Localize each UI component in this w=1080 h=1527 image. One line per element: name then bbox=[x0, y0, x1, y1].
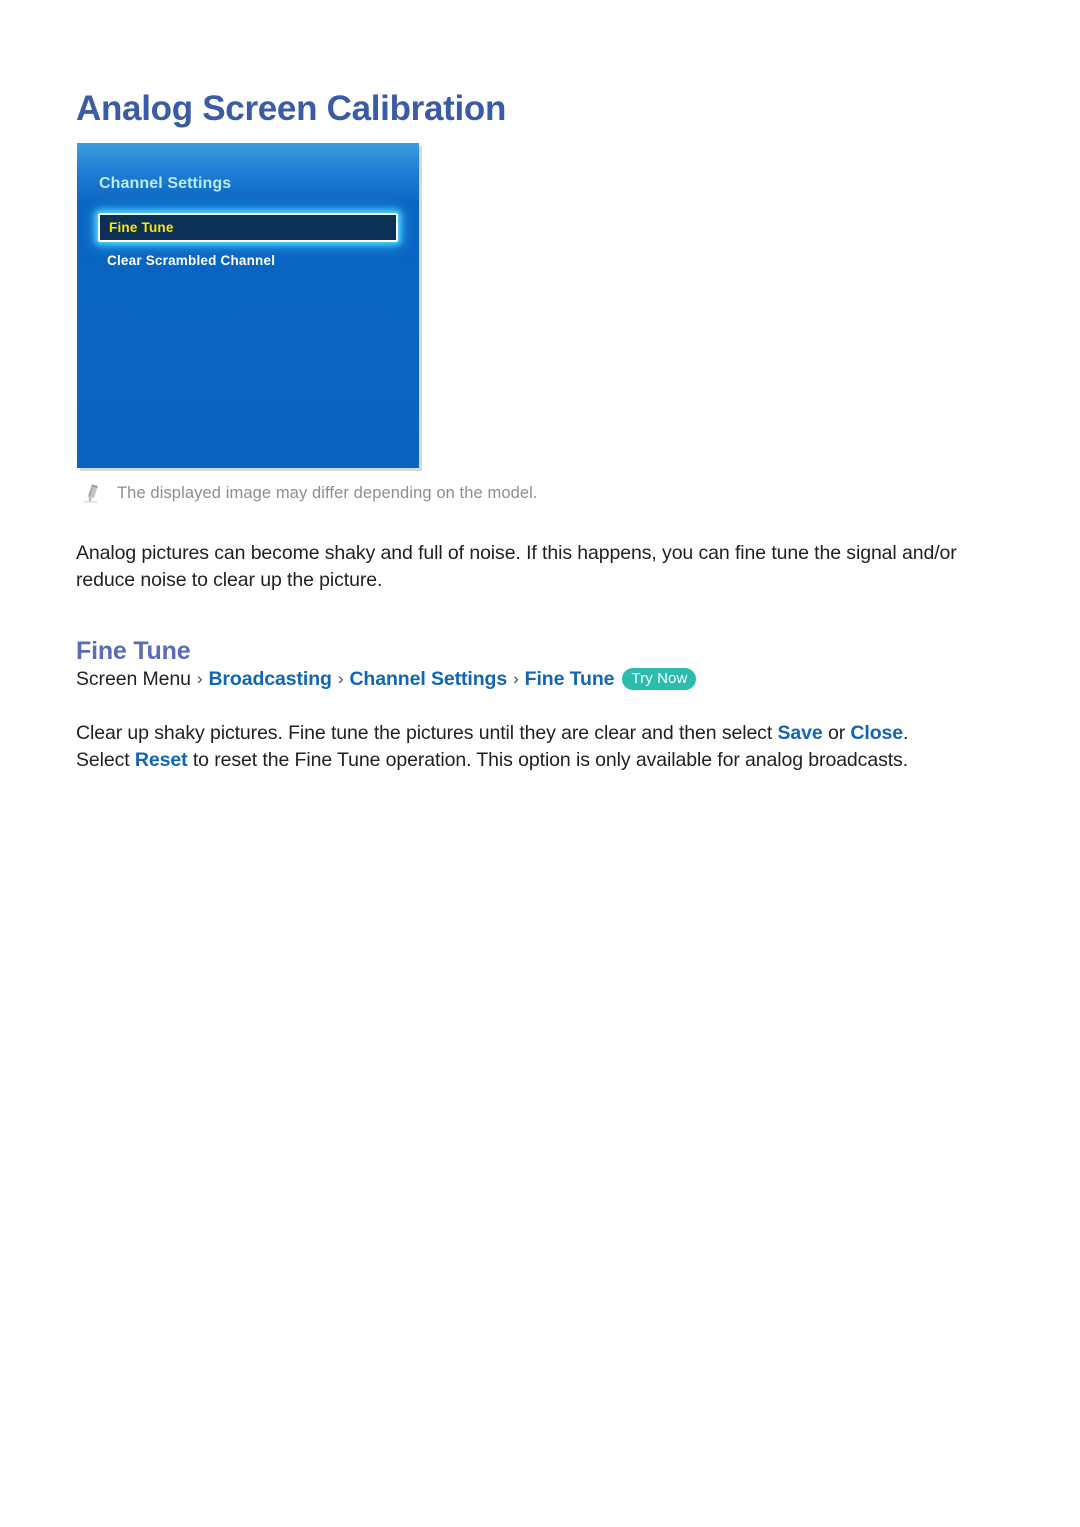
section-heading-fine-tune: Fine Tune bbox=[76, 636, 191, 665]
breadcrumb-link-broadcasting[interactable]: Broadcasting bbox=[208, 666, 332, 692]
breadcrumb-root: Screen Menu bbox=[76, 668, 191, 690]
breadcrumb-link-channel-settings[interactable]: Channel Settings bbox=[349, 666, 507, 692]
chevron-right-icon: › bbox=[337, 669, 344, 688]
link-close[interactable]: Close bbox=[850, 722, 903, 744]
detail-text-part2: or bbox=[822, 721, 851, 744]
pencil-icon bbox=[84, 484, 101, 503]
intro-paragraph: Analog pictures can become shaky and ful… bbox=[76, 541, 957, 591]
chevron-right-icon: › bbox=[513, 669, 519, 688]
tv-menu-title: Channel Settings bbox=[99, 175, 232, 192]
document-page: Analog Screen Calibration Channel Settin… bbox=[0, 0, 1080, 1527]
detail-text-part4: to reset the Fine Tune operation. This o… bbox=[187, 748, 909, 771]
link-reset[interactable]: Reset bbox=[135, 749, 188, 771]
link-save[interactable]: Save bbox=[777, 722, 822, 744]
breadcrumb-link-fine-tune[interactable]: Fine Tune bbox=[525, 666, 615, 692]
tv-menu-item-fine-tune[interactable]: Fine Tune bbox=[98, 213, 398, 242]
try-now-badge[interactable]: Try Now bbox=[622, 668, 697, 690]
detail-text-part1: Clear up shaky pictures. Fine tune the p… bbox=[76, 721, 778, 744]
page-title: Analog Screen Calibration bbox=[76, 89, 507, 129]
breadcrumb: Screen Menu › Broadcasting › Channel Set… bbox=[76, 666, 697, 692]
chevron-right-icon: › bbox=[196, 669, 203, 688]
detail-paragraph: Clear up shaky pictures. Fine tune the p… bbox=[76, 720, 960, 774]
tv-menu-screenshot: Channel Settings Fine Tune Clear Scrambl… bbox=[77, 143, 419, 468]
note-line: The displayed image may differ depending… bbox=[84, 483, 538, 503]
tv-menu-item-clear-scrambled-channel[interactable]: Clear Scrambled Channel bbox=[98, 247, 398, 274]
note-text: The displayed image may differ depending… bbox=[117, 484, 538, 502]
